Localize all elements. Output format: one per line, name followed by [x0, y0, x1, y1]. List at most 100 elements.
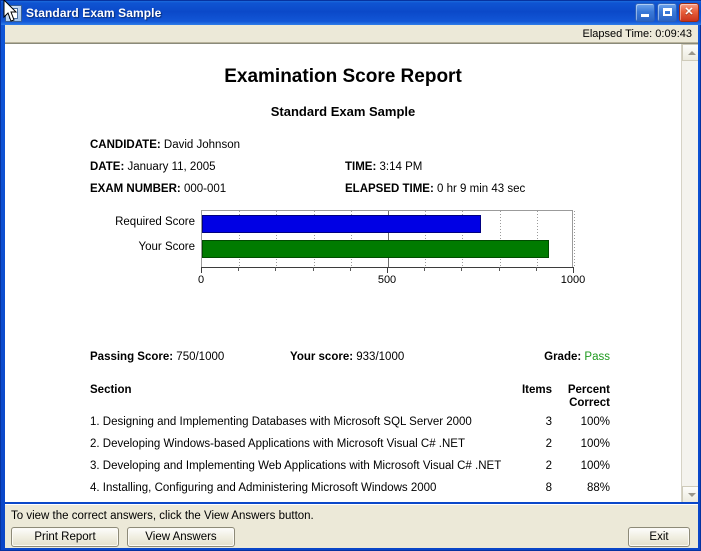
close-button[interactable]: ✕	[679, 3, 699, 22]
page-subtitle: Standard Exam Sample	[270, 104, 416, 119]
chart-tick-label: 1000	[560, 274, 586, 286]
candidate-value: David Johnson	[163, 139, 240, 151]
time-value: 3:14 PM	[379, 161, 423, 173]
chart-tick	[535, 267, 537, 271]
window-title: Standard Exam Sample	[26, 6, 162, 20]
elapsed-field: ELAPSED TIME: 0 hr 9 min 43 sec	[345, 183, 525, 195]
chart-tick	[461, 267, 463, 271]
table-cell-section: 1. Designing and Implementing Databases …	[90, 416, 472, 428]
chart-tick	[498, 267, 500, 271]
status-badge: Pass	[584, 351, 610, 363]
date-value: January 11, 2005	[127, 161, 216, 173]
table-row: 4. Installing, Configuring and Administe…	[90, 482, 610, 502]
table-row: 3. Developing and Implementing Web Appli…	[90, 460, 610, 482]
table-body: 1. Designing and Implementing Databases …	[90, 416, 610, 502]
application-window: Standard Exam Sample ✕ Elapsed Time: 0:0…	[0, 0, 701, 551]
your-score-label: Your score:	[290, 351, 354, 363]
table-cell-items: 8	[545, 482, 552, 494]
chevron-down-icon	[688, 493, 696, 497]
chart-tick	[238, 267, 240, 271]
passing-score-value: 750/1000	[176, 351, 225, 363]
table-cell-items: 3	[545, 416, 552, 428]
elapsed-time-label: Elapsed Time: 0:09:43	[582, 27, 692, 40]
page-title: Examination Score Report	[224, 66, 462, 87]
grade-label: Grade:	[544, 351, 582, 363]
maximize-button[interactable]	[657, 3, 677, 22]
minimize-button[interactable]	[635, 3, 655, 22]
exit-button[interactable]: Exit	[628, 527, 690, 547]
column-header-percent-correct: Percent Correct	[556, 384, 610, 410]
report-document-pane: Examination Score Report Standard Exam S…	[5, 43, 698, 502]
column-header-section: Section	[90, 384, 132, 396]
candidate-field: CANDIDATE: David Johnson	[90, 139, 240, 151]
table-cell-percent-correct: 100%	[580, 460, 610, 472]
button-bar: Print Report View Answers Exit	[5, 525, 698, 548]
table-cell-section: 4. Installing, Configuring and Administe…	[90, 482, 437, 494]
table-cell-percent-correct: 100%	[580, 438, 610, 450]
chart-tick	[387, 267, 388, 273]
chevron-up-icon	[688, 51, 696, 55]
column-header-percent-line1: Percent	[567, 384, 610, 396]
table-cell-percent-correct: 88%	[586, 482, 610, 494]
chart-category-label-required: Required Score	[115, 216, 195, 228]
mouse-cursor	[3, 0, 18, 22]
column-header-percent-line2: Correct	[569, 397, 610, 409]
grade: Grade: Pass	[544, 351, 610, 363]
passing-score: Passing Score: 750/1000	[90, 351, 224, 363]
print-report-button[interactable]: Print Report	[11, 527, 119, 547]
chart-gridline	[574, 211, 575, 267]
chart-tick	[312, 267, 314, 271]
window-controls: ✕	[635, 3, 699, 22]
table-row: 2. Developing Windows-based Applications…	[90, 438, 610, 460]
date-label: DATE:	[90, 161, 125, 173]
date-field: DATE: January 11, 2005	[90, 161, 216, 173]
report-page: Examination Score Report Standard Exam S…	[5, 44, 681, 502]
chart-tick	[201, 267, 202, 273]
elapsed-time-bar: Elapsed Time: 0:09:43	[5, 25, 698, 43]
status-bar: To view the correct answers, click the V…	[5, 504, 698, 526]
table-cell-section: 3. Developing and Implementing Web Appli…	[90, 460, 502, 472]
exam-number-field: EXAM NUMBER: 000-001	[90, 183, 226, 195]
vertical-scrollbar[interactable]	[681, 44, 698, 502]
scroll-down-button[interactable]	[682, 486, 698, 502]
chart-gridline	[499, 211, 501, 267]
exam-number-value: 000-001	[183, 183, 227, 195]
bar-required-score	[202, 215, 481, 233]
status-message: To view the correct answers, click the V…	[11, 509, 314, 522]
info-row-date-time: DATE: January 11, 2005 TIME: 3:14 PM	[90, 161, 590, 183]
table-cell-section: 2. Developing Windows-based Applications…	[90, 438, 465, 450]
chart-tick	[573, 267, 574, 273]
bar-your-score	[202, 240, 550, 258]
candidate-info: CANDIDATE: David Johnson DATE: January 1…	[90, 139, 590, 205]
chart-plot-area	[201, 210, 575, 267]
elapsed-value: 0 hr 9 min 43 sec	[437, 183, 526, 195]
chart-tick	[349, 267, 351, 271]
passing-score-label: Passing Score:	[90, 351, 174, 363]
info-row-exam-elapsed: EXAM NUMBER: 000-001 ELAPSED TIME: 0 hr …	[90, 183, 590, 205]
title-bar[interactable]: Standard Exam Sample ✕	[1, 1, 701, 25]
section-breakdown-table: Section Items Percent Correct 1. Designi…	[90, 384, 610, 502]
view-answers-button[interactable]: View Answers	[127, 527, 235, 547]
chart-tick-label: 0	[197, 274, 205, 286]
scroll-up-button[interactable]	[682, 44, 698, 61]
column-header-items: Items	[521, 384, 552, 396]
score-bar-chart: Required Score Your Score 0 500 1000	[5, 204, 681, 334]
chart-category-label-yours: Your Score	[138, 241, 195, 253]
table-row: 1. Designing and Implementing Databases …	[90, 416, 610, 438]
elapsed-label: ELAPSED TIME:	[345, 183, 434, 195]
chart-tick-label: 500	[377, 274, 397, 286]
table-cell-items: 2	[545, 460, 552, 472]
time-field: TIME: 3:14 PM	[345, 161, 422, 173]
table-cell-items: 2	[545, 438, 552, 450]
time-label: TIME:	[345, 161, 377, 173]
your-score: Your score: 933/1000	[290, 351, 404, 363]
candidate-label: CANDIDATE:	[90, 139, 161, 151]
info-row-candidate: CANDIDATE: David Johnson	[90, 139, 590, 161]
table-cell-percent-correct: 100%	[580, 416, 610, 428]
your-score-value: 933/1000	[356, 351, 405, 363]
exam-number-label: EXAM NUMBER:	[90, 183, 181, 195]
chart-gridline	[536, 211, 538, 267]
chart-tick	[275, 267, 277, 271]
chart-tick	[424, 267, 426, 271]
table-header-row: Section Items Percent Correct	[90, 384, 610, 416]
